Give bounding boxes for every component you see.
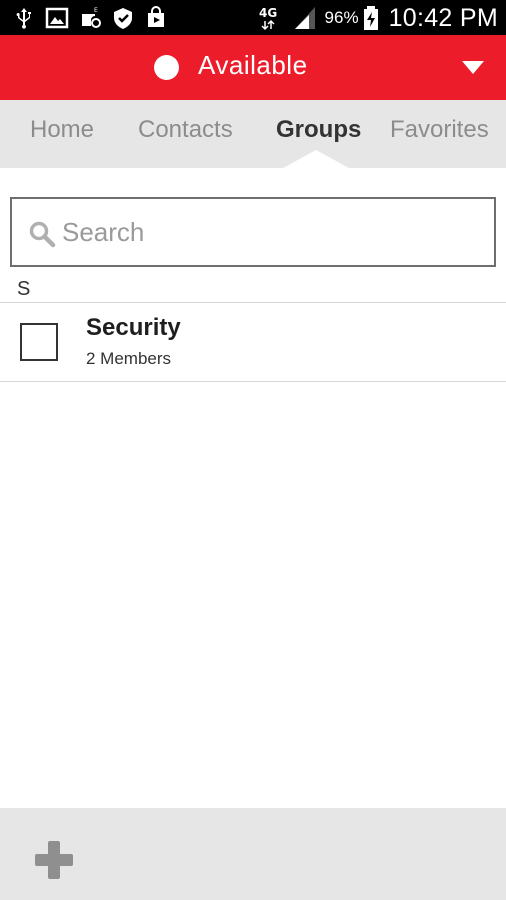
battery-percent: 96% <box>324 8 359 27</box>
dropdown-caret-icon[interactable] <box>462 61 484 74</box>
system-status: 4G 96% 10:42 PM <box>259 2 498 34</box>
shield-icon <box>114 8 132 29</box>
divider <box>0 302 506 303</box>
tab-favorites[interactable]: Favorites <box>390 116 489 144</box>
group-member-count: 2 Members <box>86 349 172 368</box>
notification-icons: E <box>12 6 168 30</box>
battery-charging-icon <box>363 6 378 30</box>
image-icon <box>45 7 69 29</box>
play-store-icon <box>148 6 164 27</box>
status-bar: E 4G 96% 10:42 PM <box>0 0 506 35</box>
group-select-checkbox[interactable] <box>20 323 58 361</box>
presence-selector[interactable]: Available <box>0 35 506 100</box>
tab-home[interactable]: Home <box>30 116 94 144</box>
svg-text:E: E <box>94 7 98 14</box>
tab-bar: Home Contacts Groups Favorites <box>0 100 506 168</box>
section-header-letter: S <box>17 278 31 300</box>
plus-icon[interactable] <box>33 839 75 881</box>
lte-icon: 4G <box>259 6 277 31</box>
tab-contacts[interactable]: Contacts <box>138 116 233 144</box>
clock: 10:42 PM <box>388 3 498 32</box>
presence-status-label: Available <box>198 50 308 80</box>
group-name: Security <box>86 314 181 341</box>
voicemail-icon: E <box>82 7 101 28</box>
presence-status-dot <box>154 55 179 80</box>
active-tab-indicator <box>283 150 349 168</box>
svg-text:4G: 4G <box>259 6 277 20</box>
tab-groups[interactable]: Groups <box>276 116 361 144</box>
usb-icon <box>16 8 31 29</box>
bottom-action-bar <box>0 808 506 900</box>
list-item-group-security[interactable]: Security 2 Members <box>0 304 506 382</box>
search-box[interactable] <box>10 197 496 267</box>
search-input[interactable] <box>62 213 482 251</box>
search-icon <box>29 221 56 248</box>
divider <box>0 381 506 382</box>
signal-icon <box>294 7 315 29</box>
